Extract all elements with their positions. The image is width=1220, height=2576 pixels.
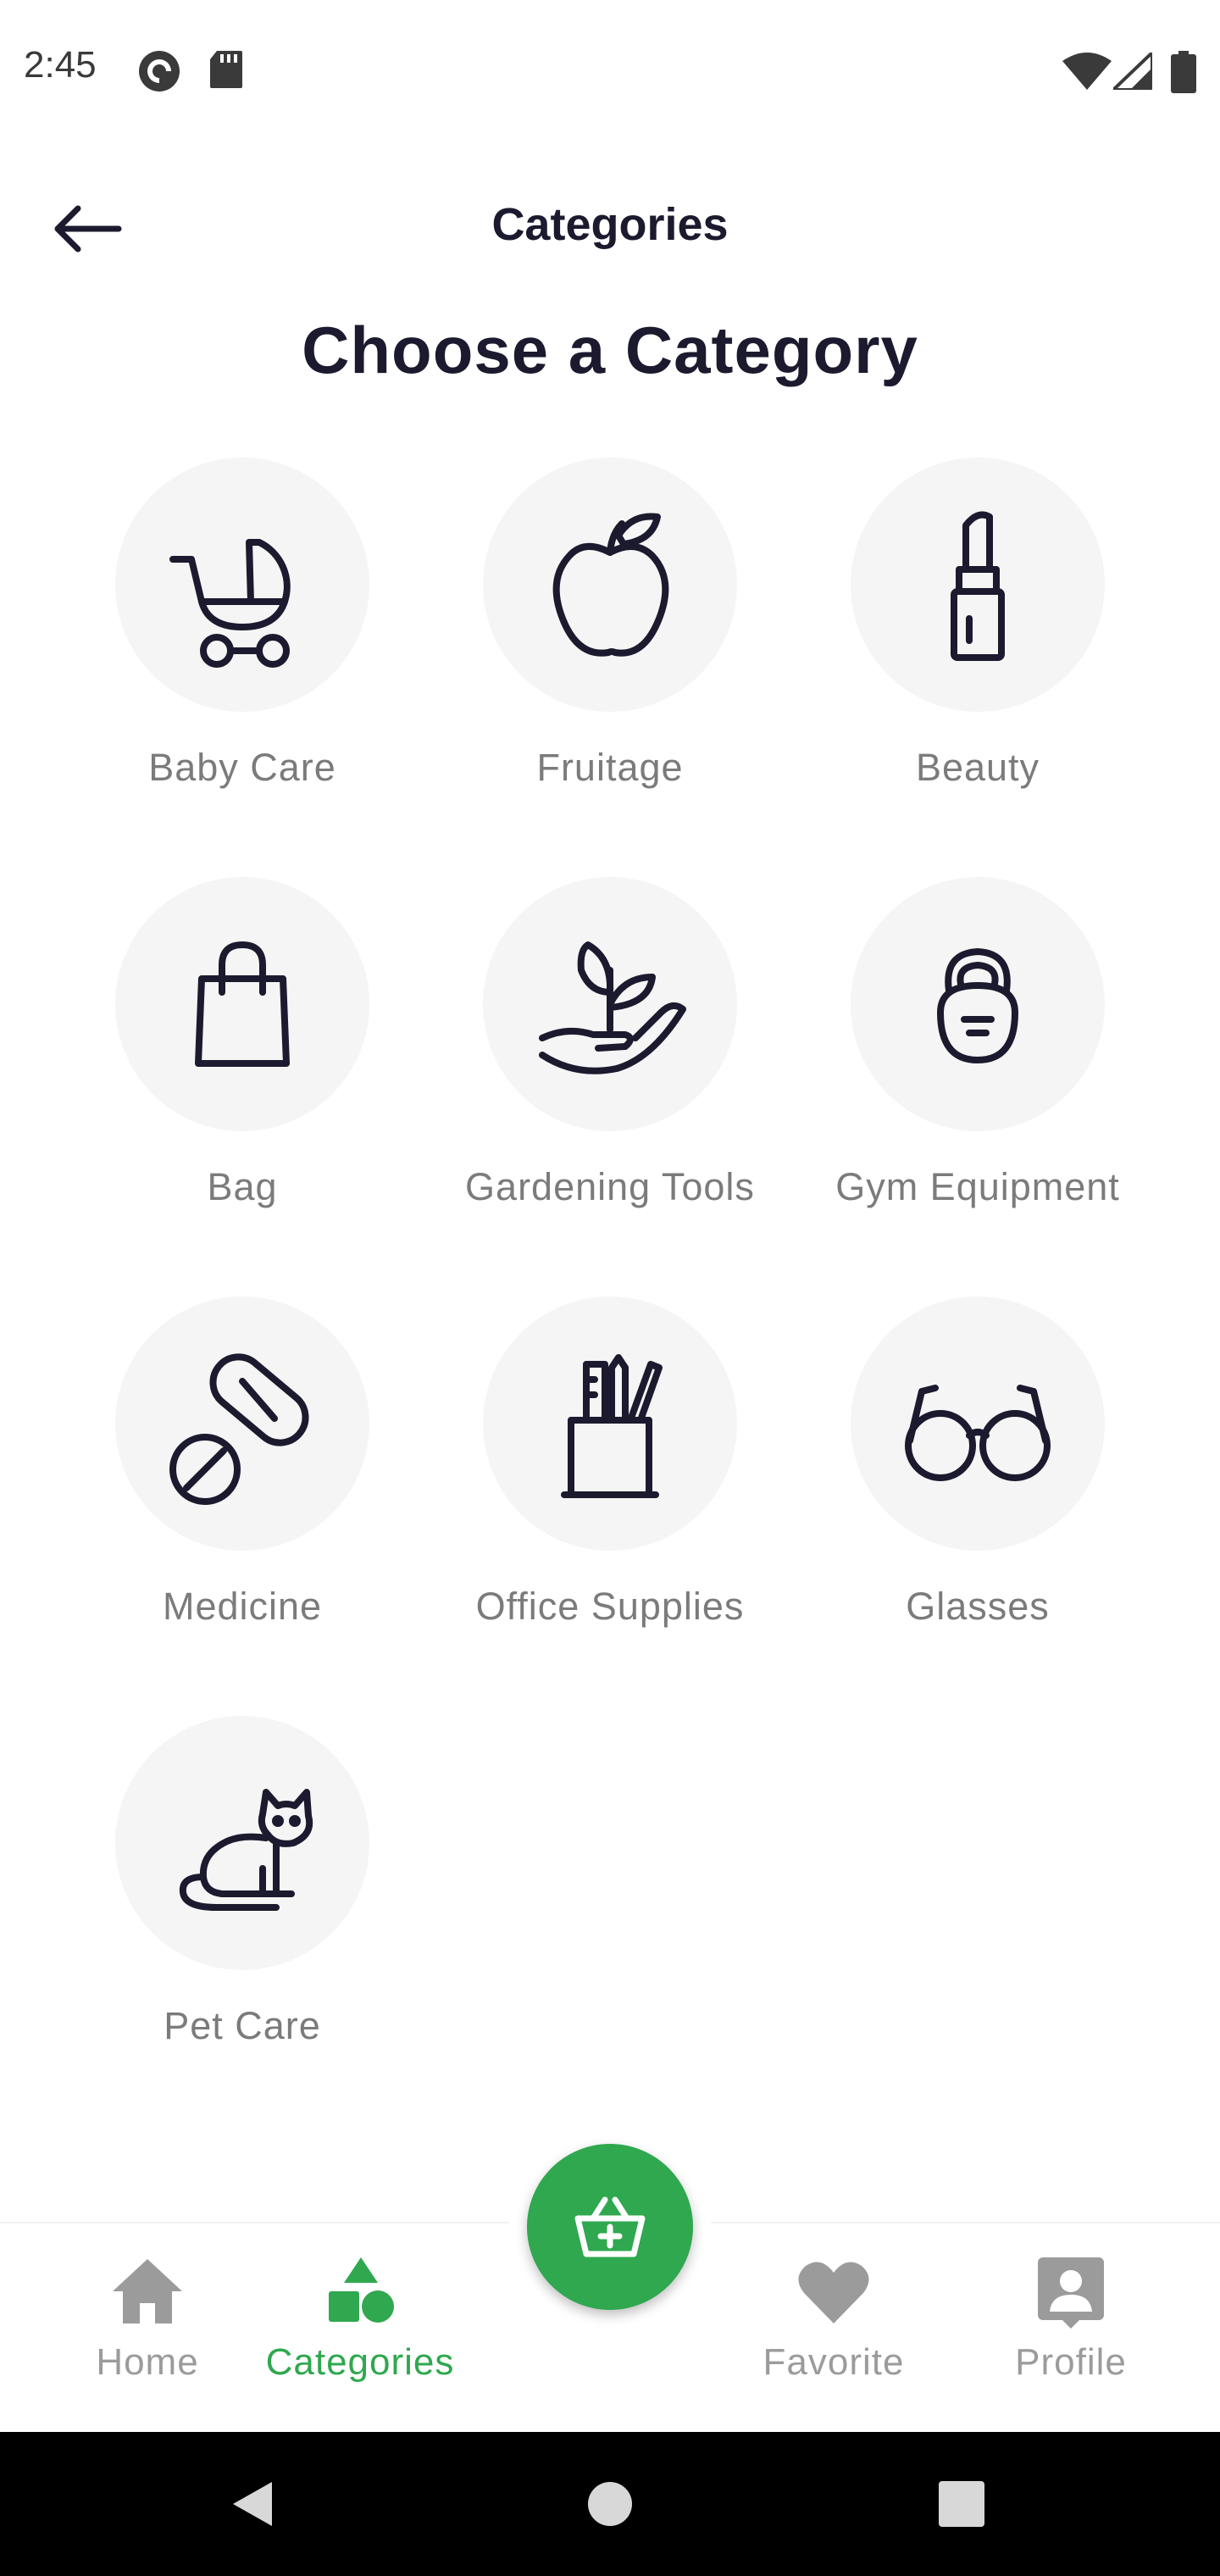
plant-in-hand-icon — [539, 941, 686, 1074]
pill-icon — [169, 1353, 309, 1505]
category-bag[interactable]: Bag — [56, 877, 429, 1250]
stroller-icon — [169, 539, 291, 668]
category-icon-circle — [483, 1296, 737, 1551]
category-fruitage[interactable]: Fruitage — [424, 458, 796, 830]
category-icon-circle — [483, 458, 737, 712]
category-gym-equipment[interactable]: Gym Equipment — [791, 877, 1164, 1250]
category-pet-care[interactable]: Pet Care — [56, 1716, 429, 2089]
signal-icon — [1109, 48, 1154, 94]
category-label: Fruitage — [536, 746, 684, 789]
category-icon-circle — [115, 1716, 369, 1970]
page-title: Choose a Category — [302, 313, 918, 387]
category-icon-circle — [851, 458, 1105, 712]
category-label: Pet Care — [164, 2004, 321, 2047]
nav-item-favorite[interactable]: Favorite — [749, 2254, 918, 2407]
category-beauty[interactable]: Beauty — [791, 458, 1164, 830]
category-label: Office Supplies — [475, 1585, 745, 1628]
nav-item-home[interactable]: Home — [81, 2254, 214, 2407]
category-baby-care[interactable]: Baby Care — [56, 458, 429, 830]
category-icon-circle — [851, 877, 1105, 1131]
heart-icon — [798, 2262, 869, 2323]
cat-icon — [179, 1789, 313, 1911]
category-label: Glasses — [906, 1585, 1050, 1628]
category-glasses[interactable]: Glasses — [791, 1296, 1164, 1669]
nav-label: Profile — [1015, 2341, 1127, 2383]
category-icon-circle — [483, 877, 737, 1131]
shapes-icon — [329, 2257, 394, 2323]
category-label: Medicine — [162, 1585, 323, 1628]
nav-item-categories[interactable]: Categories — [252, 2254, 468, 2407]
category-label: Beauty — [915, 746, 1040, 789]
category-icon-circle — [115, 458, 369, 712]
system-home-button[interactable] — [572, 2466, 648, 2542]
app-screen: 2:45 Categories Choose a Category Baby C… — [0, 0, 1220, 2576]
system-navigation-bar — [0, 2432, 1220, 2576]
category-medicine[interactable]: Medicine — [56, 1296, 429, 1669]
nav-label: Home — [96, 2341, 199, 2383]
category-label: Gym Equipment — [835, 1165, 1120, 1208]
square-recents-icon — [939, 2481, 984, 2527]
category-label: Bag — [207, 1165, 278, 1208]
category-icon-circle — [115, 1296, 369, 1551]
shopping-bag-icon — [195, 941, 290, 1067]
cart-fab-button[interactable] — [527, 2144, 693, 2310]
basket-plus-icon — [574, 2196, 646, 2257]
category-office-supplies[interactable]: Office Supplies — [424, 1296, 796, 1669]
nav-label: Favorite — [762, 2341, 905, 2383]
sd-card-icon — [208, 49, 244, 94]
category-label: Baby Care — [148, 746, 336, 789]
nav-item-profile[interactable]: Profile — [996, 2254, 1145, 2407]
pocket-casts-icon — [137, 49, 181, 97]
triangle-back-icon — [233, 2482, 272, 2526]
nav-label: Categories — [265, 2341, 455, 2383]
battery-icon — [1171, 51, 1196, 97]
category-label: Gardening Tools — [465, 1165, 755, 1208]
lipstick-icon — [951, 511, 1005, 661]
pencil-cup-icon — [561, 1354, 663, 1498]
wifi-icon — [1062, 53, 1112, 94]
category-icon-circle — [851, 1296, 1105, 1551]
category-icon-circle — [115, 877, 369, 1131]
category-gardening-tools[interactable]: Gardening Tools — [424, 877, 796, 1250]
system-back-button[interactable] — [215, 2466, 291, 2542]
status-bar: 2:45 — [0, 0, 1220, 144]
circle-home-icon — [588, 2482, 632, 2526]
glasses-icon — [905, 1385, 1051, 1481]
system-recents-button[interactable] — [923, 2466, 1000, 2542]
apple-icon — [552, 513, 669, 657]
profile-icon — [1038, 2257, 1104, 2329]
status-time: 2:45 — [24, 44, 97, 86]
home-icon — [113, 2259, 182, 2323]
header-title: Categories — [491, 199, 729, 250]
kettlebell-icon — [937, 948, 1018, 1063]
